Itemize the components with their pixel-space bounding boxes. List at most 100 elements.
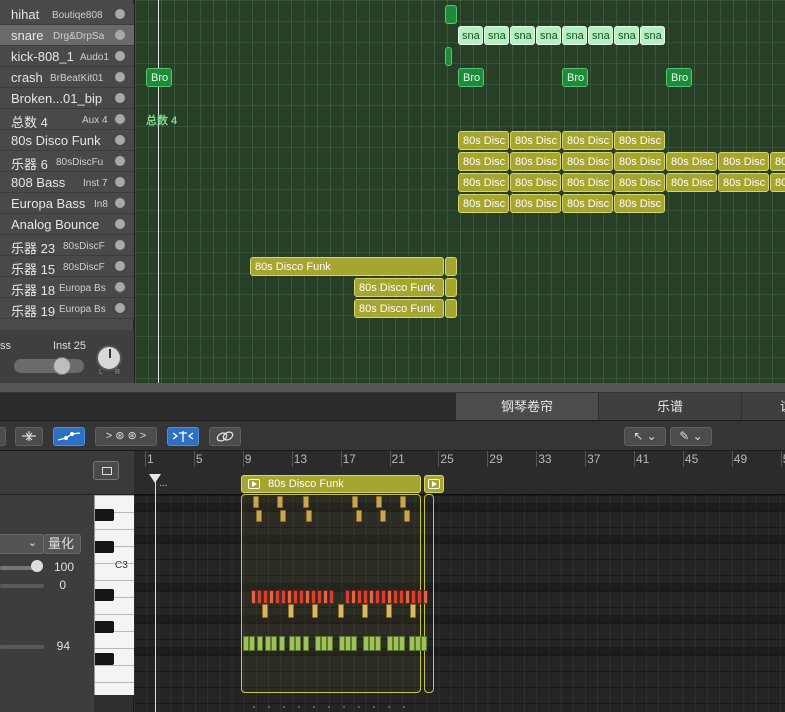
midi-note[interactable] xyxy=(357,590,362,604)
catch-playhead-icon[interactable] xyxy=(167,427,199,446)
midi-note[interactable] xyxy=(376,496,382,508)
white-key[interactable] xyxy=(95,580,135,581)
piano-keyboard[interactable] xyxy=(94,495,135,695)
disco-region[interactable]: 80s Disc xyxy=(458,131,509,150)
midi-note[interactable] xyxy=(295,636,301,651)
midi-note[interactable] xyxy=(280,510,286,522)
crash-region[interactable]: Bro xyxy=(666,68,692,87)
disco-region[interactable]: 80s Disc xyxy=(614,131,665,150)
midi-note[interactable] xyxy=(311,590,316,604)
midi-note[interactable] xyxy=(387,590,392,604)
midi-note[interactable] xyxy=(313,706,315,708)
pointer-tool-menu[interactable]: ↖ ⌄ xyxy=(624,427,666,446)
pane-divider[interactable] xyxy=(0,383,785,393)
track-name[interactable]: 乐器 15 xyxy=(11,259,55,278)
snare-region[interactable]: sna xyxy=(484,26,509,45)
piano-roll-grid[interactable] xyxy=(134,495,785,712)
hihat-region[interactable] xyxy=(445,5,457,24)
disco-region[interactable]: 80s Disc xyxy=(510,173,561,192)
midi-note[interactable] xyxy=(362,604,368,618)
track-name[interactable]: snare xyxy=(11,28,44,43)
disco-region[interactable]: 80s Disc xyxy=(614,194,665,213)
piano-roll-ruler[interactable]: 159131721252933374145495 xyxy=(134,451,785,495)
midi-in-button[interactable]: > ⊛ ⊛ > xyxy=(95,427,157,446)
disco-region[interactable]: 80s Disc xyxy=(510,152,561,171)
crash-region[interactable]: Bro xyxy=(458,68,484,87)
black-key[interactable] xyxy=(95,653,114,665)
track-header[interactable]: Analog Bounce xyxy=(0,214,134,235)
midi-note[interactable] xyxy=(423,590,428,604)
link-icon[interactable] xyxy=(209,427,241,446)
track-status-dot[interactable] xyxy=(115,135,125,145)
playhead-line[interactable] xyxy=(158,0,159,383)
toolbar-edge-button[interactable] xyxy=(0,427,6,446)
track-header[interactable]: 乐器 6 80sDiscFu xyxy=(0,151,134,172)
midi-note[interactable] xyxy=(421,636,427,651)
midi-note[interactable] xyxy=(257,636,263,651)
volume-fader[interactable] xyxy=(14,359,84,373)
disco-region-tail[interactable] xyxy=(445,278,457,297)
midi-note[interactable] xyxy=(303,496,309,508)
white-key[interactable] xyxy=(95,529,135,530)
midi-note[interactable] xyxy=(373,706,375,708)
midi-note[interactable] xyxy=(312,604,318,618)
midi-note[interactable] xyxy=(375,590,380,604)
black-key[interactable] xyxy=(95,509,114,521)
midi-note[interactable] xyxy=(399,590,404,604)
snare-region[interactable]: sna xyxy=(458,26,483,45)
midi-note[interactable] xyxy=(356,510,362,522)
snare-region[interactable]: sna xyxy=(536,26,561,45)
track-name[interactable]: 乐器 19 xyxy=(11,301,55,320)
disco-region[interactable]: 80s Disc xyxy=(666,152,717,171)
midi-note[interactable] xyxy=(251,590,256,604)
tab-score[interactable]: 乐谱 xyxy=(598,393,741,420)
midi-note[interactable] xyxy=(351,590,356,604)
track-header[interactable]: 乐器 15 80sDiscF xyxy=(0,256,134,277)
midi-note[interactable] xyxy=(388,706,390,708)
midi-note[interactable] xyxy=(279,636,285,651)
track-header[interactable]: 80s Disco Funk xyxy=(0,130,134,151)
snare-region[interactable]: sna xyxy=(510,26,535,45)
disco-region[interactable]: 80s Disc xyxy=(666,173,717,192)
disco-region[interactable]: 80s Disc xyxy=(562,194,613,213)
track-status-dot[interactable] xyxy=(115,30,125,40)
midi-note[interactable] xyxy=(345,590,350,604)
track-name[interactable]: 80s Disco Funk xyxy=(11,133,101,148)
track-name[interactable]: 总数 4 xyxy=(11,112,48,131)
track-name[interactable]: 乐器 6 xyxy=(11,154,48,173)
midi-note[interactable] xyxy=(281,590,286,604)
midi-note[interactable] xyxy=(323,590,328,604)
piano-roll-region-header[interactable]: 80s Disco Funk xyxy=(241,475,421,493)
midi-note[interactable] xyxy=(386,604,392,618)
white-key[interactable] xyxy=(95,495,135,496)
white-key[interactable] xyxy=(95,665,135,666)
disco-region-tail[interactable] xyxy=(445,299,457,318)
midi-note[interactable] xyxy=(299,590,304,604)
disco-region-long[interactable]: 80s Disco Funk xyxy=(354,278,444,297)
track-name[interactable]: crash xyxy=(11,70,43,85)
midi-note[interactable] xyxy=(404,510,410,522)
track-header[interactable]: Broken...01_bip xyxy=(0,88,134,109)
disco-region[interactable]: 80s Disc xyxy=(718,152,769,171)
midi-note[interactable] xyxy=(399,636,405,651)
black-key[interactable] xyxy=(95,541,114,553)
midi-note[interactable] xyxy=(256,510,262,522)
volume-fader-knob[interactable] xyxy=(53,357,71,375)
automation-icon[interactable] xyxy=(53,427,85,446)
disco-region[interactable]: 80s Disc xyxy=(770,173,785,192)
track-name[interactable]: Europa Bass xyxy=(11,196,85,211)
midi-note[interactable] xyxy=(338,604,344,618)
track-header[interactable]: crash BrBeatKit01 xyxy=(0,67,134,88)
track-name[interactable]: 808 Bass xyxy=(11,175,65,190)
track-status-dot[interactable] xyxy=(115,93,125,103)
quantize-button[interactable]: 量化 xyxy=(43,534,81,554)
crash-region[interactable]: Bro xyxy=(562,68,588,87)
piano-roll-region-header-2[interactable] xyxy=(424,475,444,493)
velocity-value[interactable]: 100 xyxy=(34,560,74,574)
track-header[interactable]: 乐器 18 Europa Bs xyxy=(0,277,134,298)
track-name[interactable]: 乐器 18 xyxy=(11,280,55,299)
track-status-dot[interactable] xyxy=(115,156,125,166)
disco-region-tail[interactable] xyxy=(445,257,457,276)
tab-more[interactable]: 谊 xyxy=(741,393,785,420)
midi-note[interactable] xyxy=(306,510,312,522)
